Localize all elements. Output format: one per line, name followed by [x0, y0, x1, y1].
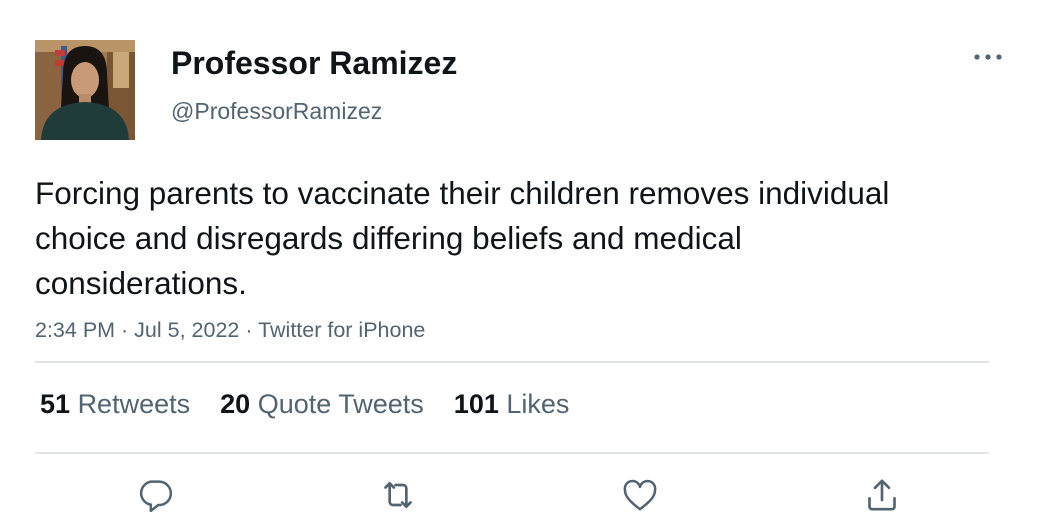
quote-tweets-stat[interactable]: 20 Quote Tweets — [220, 386, 424, 422]
avatar-photo — [35, 40, 135, 140]
author-handle[interactable]: @ProfessorRamizez — [171, 96, 457, 126]
more-options-button[interactable] — [966, 42, 1010, 72]
likes-stat[interactable]: 101 Likes — [454, 386, 570, 422]
divider — [35, 452, 989, 454]
quote-tweets-count: 20 — [220, 389, 251, 419]
divider — [35, 361, 989, 363]
retweet-button[interactable] — [374, 472, 422, 518]
retweets-label: Retweets — [77, 389, 191, 419]
tweet-stats: 51 Retweets 20 Quote Tweets 101 Likes — [40, 386, 599, 422]
retweet-icon — [384, 482, 412, 508]
like-button[interactable] — [616, 472, 664, 518]
tweet-actions — [0, 472, 1050, 522]
author-block: Professor Ramizez @ProfessorRamizez — [171, 42, 457, 126]
retweets-count: 51 — [40, 389, 71, 419]
avatar[interactable] — [35, 40, 135, 140]
reply-button[interactable] — [131, 472, 179, 518]
share-button[interactable] — [858, 472, 906, 518]
author-display-name[interactable]: Professor Ramizez — [171, 42, 457, 84]
likes-count: 101 — [453, 389, 499, 419]
tweet-text: Forcing parents to vaccinate their child… — [35, 175, 890, 301]
tweet-card: Professor Ramizez @ProfessorRamizez Forc… — [0, 0, 1050, 525]
tweet-timestamp[interactable]: 2:34 PM · Jul 5, 2022 · Twitter for iPho… — [35, 315, 425, 345]
share-icon — [868, 479, 896, 511]
heart-icon — [623, 479, 657, 511]
quote-tweets-label: Quote Tweets — [257, 389, 424, 419]
likes-label: Likes — [506, 389, 570, 419]
more-horizontal-icon — [974, 54, 1002, 60]
reply-icon — [139, 480, 172, 513]
retweets-stat[interactable]: 51 Retweets — [40, 386, 190, 422]
